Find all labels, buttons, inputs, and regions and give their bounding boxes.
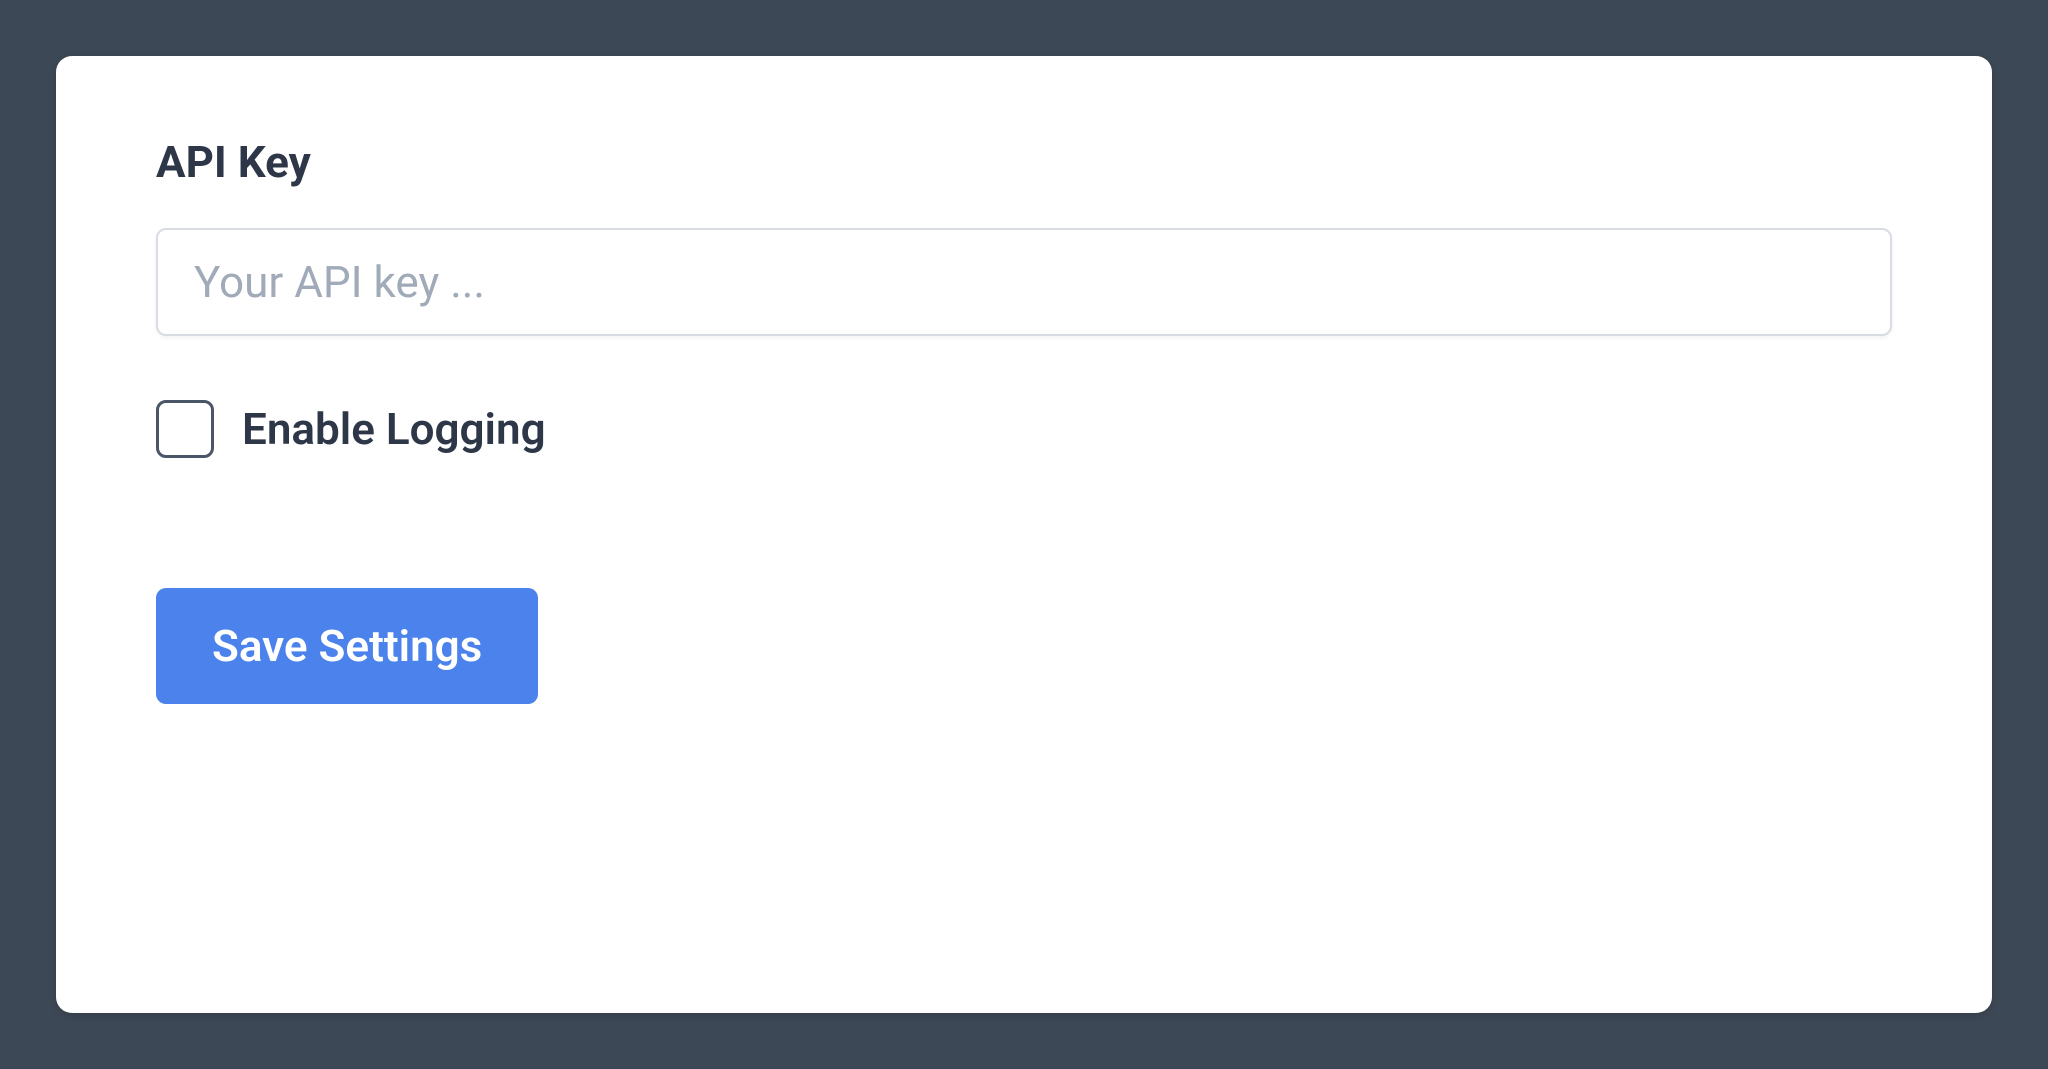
api-key-label: API Key: [156, 136, 1892, 188]
api-key-input[interactable]: [156, 228, 1892, 336]
enable-logging-row: Enable Logging: [156, 400, 1892, 458]
enable-logging-label: Enable Logging: [242, 403, 546, 455]
settings-panel: API Key Enable Logging Save Settings: [56, 56, 1992, 1013]
save-settings-button[interactable]: Save Settings: [156, 588, 538, 704]
enable-logging-checkbox[interactable]: [156, 400, 214, 458]
